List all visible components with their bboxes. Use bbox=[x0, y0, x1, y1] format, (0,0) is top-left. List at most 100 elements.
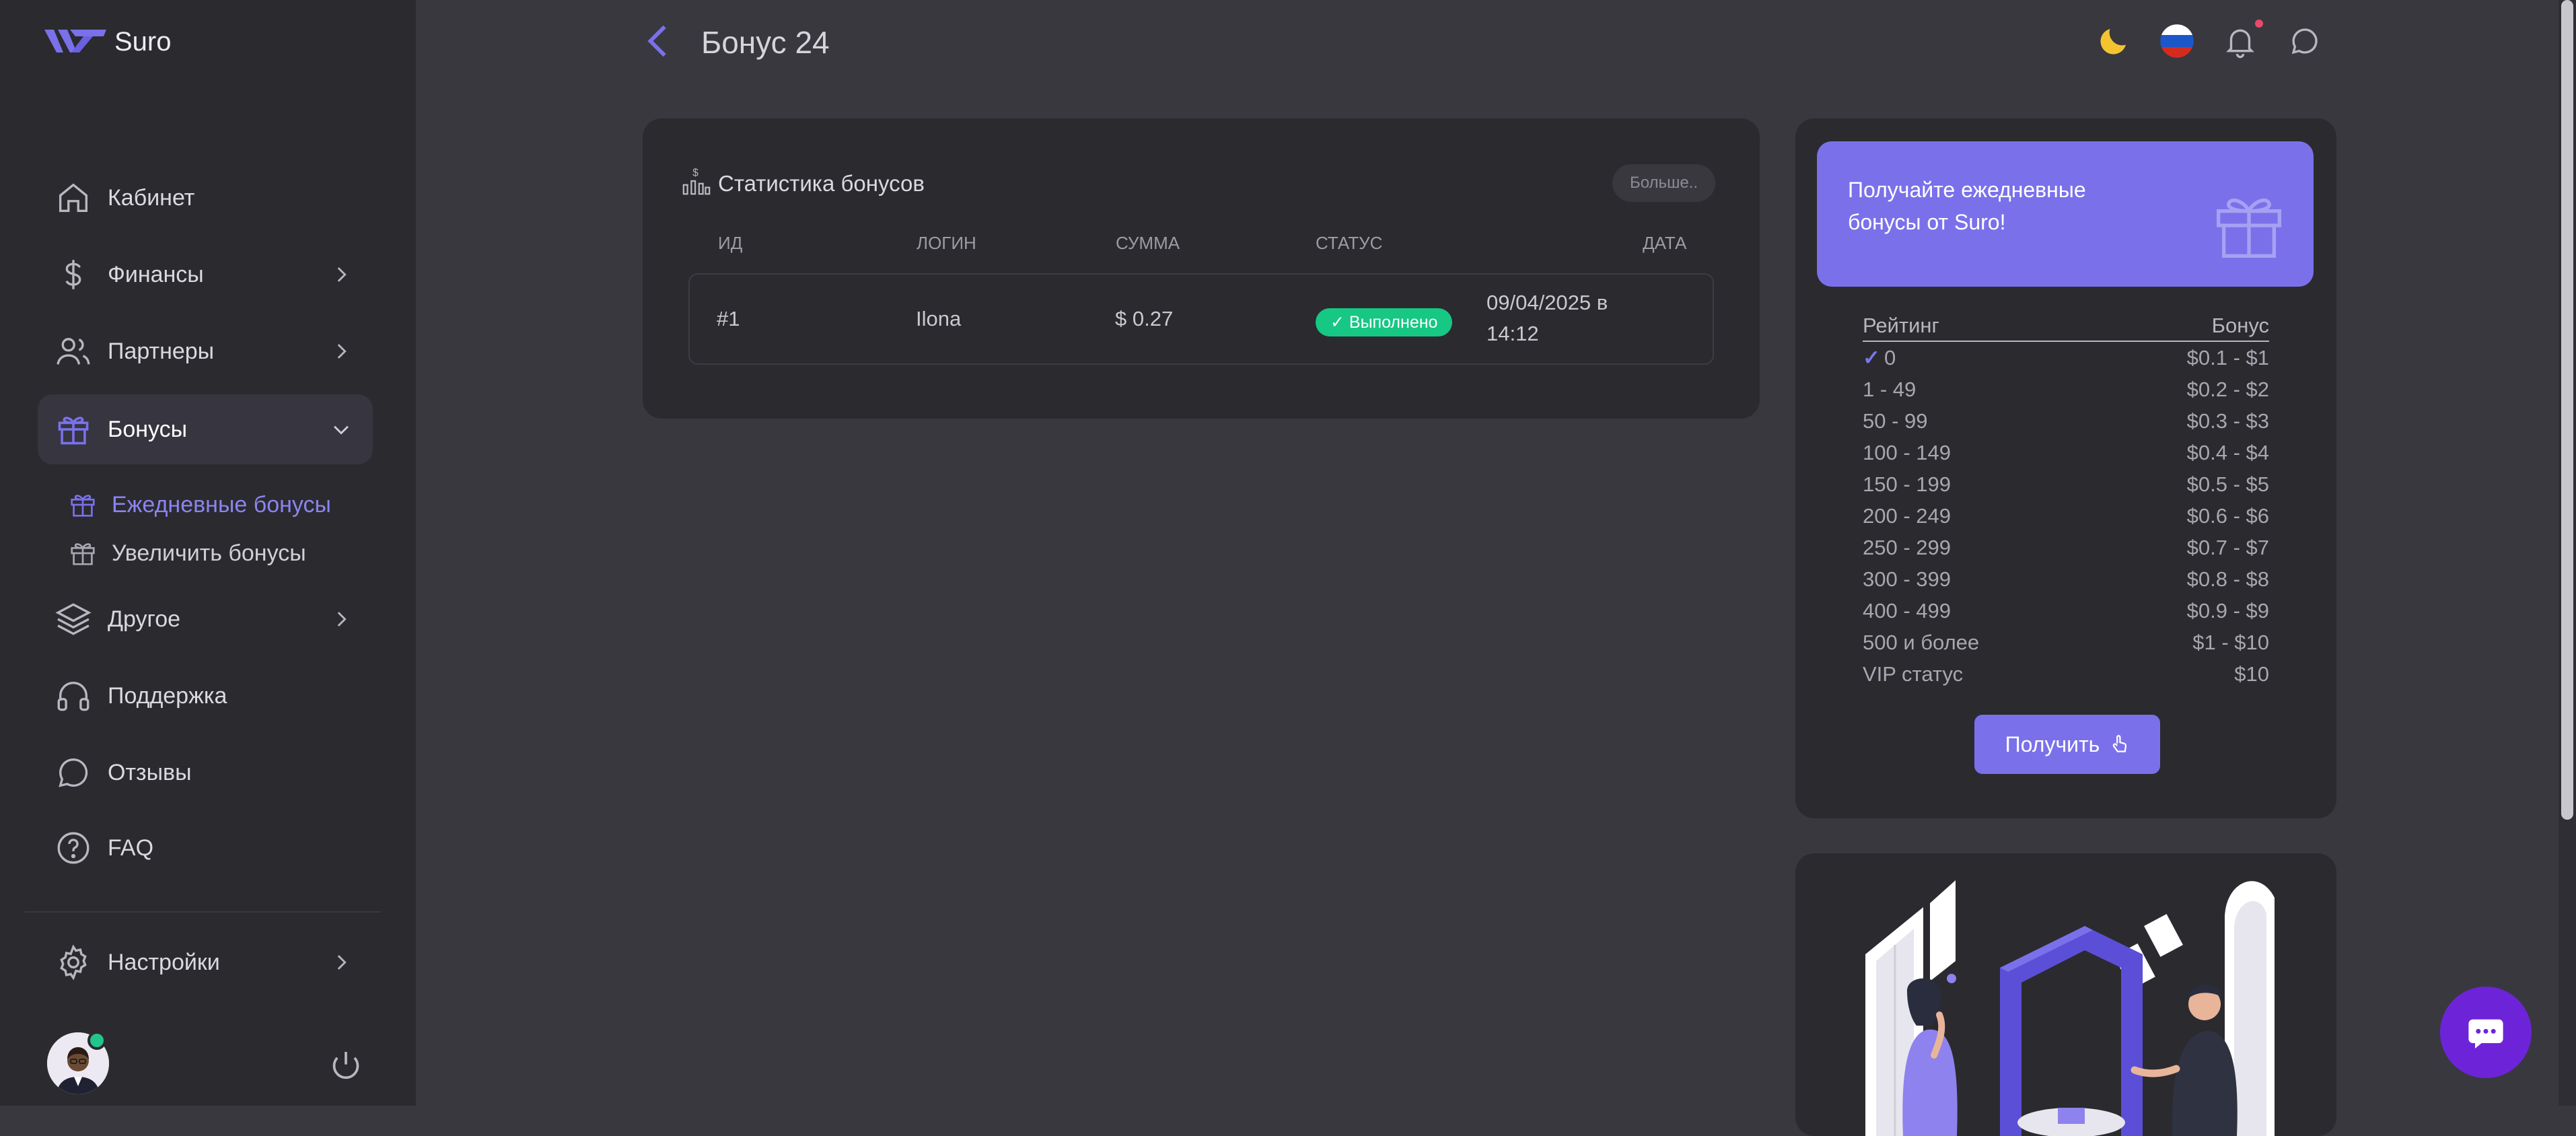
sidebar-item-label: Настройки bbox=[108, 949, 220, 975]
moon-icon[interactable] bbox=[2096, 23, 2132, 59]
scrollbar[interactable] bbox=[2559, 0, 2576, 1106]
gift-icon bbox=[71, 543, 95, 565]
cell-amount: $ 0.27 bbox=[1115, 307, 1174, 330]
sidebar-item-label: Финансы bbox=[108, 261, 204, 287]
tier-bonus: $0.2 - $2 bbox=[2186, 378, 2269, 401]
table-row: #1 Ilona $ 0.27 ✓ Выполнено 09/04/2025 в… bbox=[688, 273, 1714, 365]
tier-row: 250 - 299 $0.7 - $7 bbox=[1863, 533, 2269, 565]
column-header-date: ДАТА bbox=[1643, 233, 1687, 253]
sidebar-item-reviews[interactable]: Отзывы bbox=[38, 738, 373, 808]
tier-rating: 400 - 499 bbox=[1863, 599, 1951, 623]
tiers-header-rating: Рейтинг bbox=[1863, 314, 1939, 337]
illustration-card bbox=[1795, 853, 2336, 1136]
tier-bonus: $0.8 - $8 bbox=[2186, 567, 2269, 591]
column-header-amount: СУММА bbox=[1116, 233, 1180, 253]
sidebar-item-finance[interactable]: Финансы bbox=[38, 240, 373, 310]
get-bonus-label: Получить bbox=[2005, 732, 2100, 756]
sidebar-item-faq[interactable]: FAQ bbox=[38, 813, 373, 883]
suro-logo-icon bbox=[44, 30, 106, 52]
tier-rating: 50 - 99 bbox=[1863, 409, 1928, 433]
chevron-right-icon bbox=[337, 955, 347, 970]
tier-rating: 0 bbox=[1884, 346, 1896, 369]
chevron-right-icon bbox=[337, 612, 347, 627]
chat-widget-button[interactable] bbox=[2440, 987, 2532, 1078]
sidebar-item-settings[interactable]: Настройки bbox=[38, 927, 373, 997]
stats-icon: $ bbox=[682, 167, 711, 195]
tier-row: 300 - 399 $0.8 - $8 bbox=[1863, 565, 2269, 596]
tier-rating: 300 - 399 bbox=[1863, 567, 1951, 591]
tiers-header-bonus: Бонус bbox=[2211, 314, 2269, 337]
tier-bonus: $0.6 - $6 bbox=[2186, 504, 2269, 528]
bonus-stats-card: $ Статистика бонусов Больше.. ИД ЛОГИН С… bbox=[643, 118, 1760, 419]
sidebar-subitem-daily-bonuses[interactable]: Ежедневные бонусы bbox=[67, 485, 331, 525]
sidebar-item-cabinet[interactable]: Кабинет bbox=[38, 163, 373, 233]
tier-rating: 150 - 199 bbox=[1863, 472, 1951, 496]
tier-rating: 100 - 149 bbox=[1863, 441, 1951, 464]
question-icon bbox=[57, 832, 90, 864]
check-icon: ✓ bbox=[1863, 346, 1880, 369]
tier-bonus: $0.4 - $4 bbox=[2186, 441, 2269, 464]
gift-icon bbox=[58, 417, 89, 445]
power-icon[interactable] bbox=[327, 1047, 365, 1085]
cell-date: 09/04/2025 в bbox=[1487, 291, 1608, 314]
bonus-banner: Получайте ежедневные бонусы от Suro! bbox=[1817, 141, 2314, 287]
page-title: Бонус 24 bbox=[701, 25, 830, 60]
tiers-header: Рейтинг Бонус bbox=[1863, 314, 2269, 342]
tier-row: 100 - 149 $0.4 - $4 bbox=[1863, 438, 2269, 470]
tier-bonus: $0.9 - $9 bbox=[2186, 599, 2269, 623]
chevron-down-icon bbox=[334, 425, 349, 435]
sidebar-item-label: Отзывы bbox=[108, 759, 192, 785]
sidebar-item-support[interactable]: Поддержка bbox=[38, 661, 373, 731]
sidebar-item-label: Бонусы bbox=[108, 416, 188, 442]
sidebar-item-label: Партнеры bbox=[108, 338, 215, 364]
tier-row: VIP статус $10 bbox=[1863, 660, 2269, 691]
tier-row: 500 и более $1 - $10 bbox=[1863, 628, 2269, 660]
tier-rating: VIP статус bbox=[1863, 662, 1964, 686]
dollar-icon bbox=[65, 260, 81, 289]
bell-icon[interactable] bbox=[2222, 23, 2258, 59]
tier-row: 200 - 249 $0.6 - $6 bbox=[1863, 501, 2269, 533]
tier-bonus: $1 - $10 bbox=[2192, 631, 2269, 654]
tier-row: 150 - 199 $0.5 - $5 bbox=[1863, 470, 2269, 501]
sidebar-item-bonuses[interactable]: Бонусы bbox=[38, 394, 373, 464]
chevron-right-icon bbox=[337, 344, 347, 359]
russia-flag-icon[interactable] bbox=[2159, 23, 2195, 59]
svg-text:$: $ bbox=[692, 167, 699, 178]
chat-icon[interactable] bbox=[2287, 23, 2323, 59]
tier-bonus: $0.1 - $1 bbox=[2186, 346, 2269, 369]
sidebar-subitem-increase-bonuses[interactable]: Увеличить бонусы bbox=[67, 533, 306, 573]
pointer-hand-icon bbox=[2113, 735, 2127, 752]
sidebar-item-label: Другое bbox=[108, 606, 181, 632]
message-icon bbox=[2468, 1019, 2503, 1049]
app-name: Suro bbox=[114, 26, 172, 57]
daily-bonus-card: Получайте ежедневные бонусы от Suro! Рей… bbox=[1795, 118, 2336, 818]
sidebar-subitem-label: Ежедневные бонусы bbox=[112, 491, 331, 518]
notification-dot bbox=[2255, 20, 2263, 28]
get-bonus-button[interactable]: Получить bbox=[1974, 715, 2160, 774]
gift-icon bbox=[2217, 199, 2281, 258]
scrollbar-thumb[interactable] bbox=[2561, 0, 2573, 820]
tier-rating: 200 - 249 bbox=[1863, 504, 1951, 528]
tier-rating: 1 - 49 bbox=[1863, 378, 1917, 401]
back-arrow-icon[interactable] bbox=[645, 23, 672, 59]
sidebar-item-other[interactable]: Другое bbox=[38, 584, 373, 654]
sidebar-divider bbox=[24, 911, 381, 913]
logo[interactable]: Suro bbox=[44, 26, 172, 58]
chat-bubble-icon bbox=[59, 758, 88, 787]
gift-icon bbox=[71, 495, 95, 517]
sidebar-item-label: Кабинет bbox=[108, 184, 195, 211]
tier-row: ✓ 0 $0.1 - $1 bbox=[1863, 343, 2269, 375]
cell-time: 14:12 bbox=[1487, 322, 1539, 345]
tier-row: 1 - 49 $0.2 - $2 bbox=[1863, 375, 2269, 406]
sidebar-item-partners[interactable]: Партнеры bbox=[38, 316, 373, 386]
tier-row: 400 - 499 $0.9 - $9 bbox=[1863, 596, 2269, 628]
tier-bonus: $0.7 - $7 bbox=[2186, 536, 2269, 559]
layers-icon bbox=[55, 603, 92, 635]
online-status-dot bbox=[87, 1031, 106, 1050]
cell-login: Ilona bbox=[916, 307, 962, 330]
column-header-login: ЛОГИН bbox=[917, 233, 976, 253]
home-icon bbox=[59, 183, 88, 213]
tier-bonus: $0.5 - $5 bbox=[2186, 472, 2269, 496]
illustration bbox=[1865, 880, 2275, 1136]
more-button[interactable]: Больше.. bbox=[1612, 164, 1715, 202]
